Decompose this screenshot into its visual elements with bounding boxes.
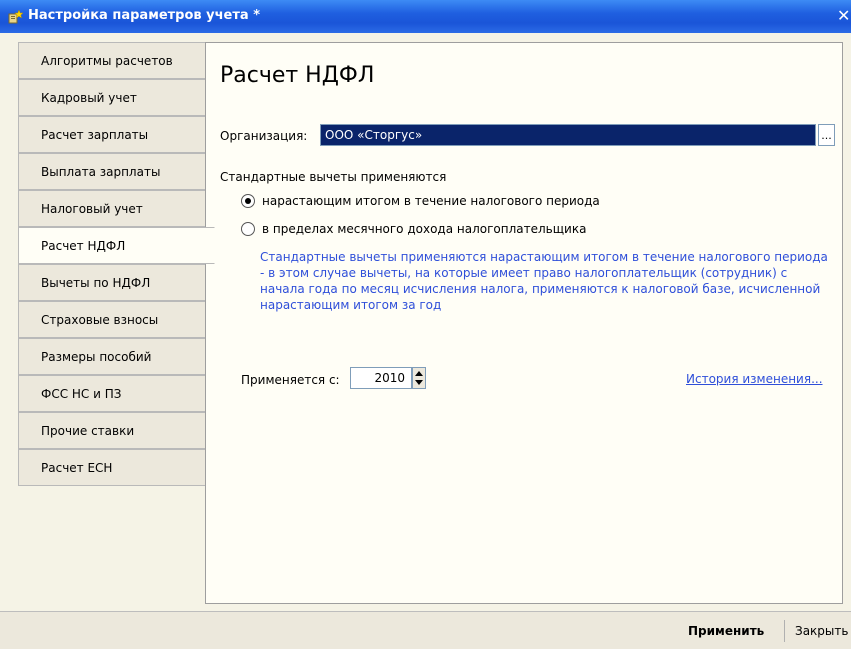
radio-cumulative-label[interactable]: нарастающим итогом в течение налогового … xyxy=(262,194,600,208)
organization-label: Организация: xyxy=(220,129,308,143)
deductions-note: Стандартные вычеты применяются нарастающ… xyxy=(260,250,828,312)
radio-monthly-label[interactable]: в пределах месячного дохода налогоплател… xyxy=(262,222,586,236)
sidebar-item-tax-accounting[interactable]: Налоговый учет xyxy=(18,190,206,227)
spin-down-icon[interactable] xyxy=(415,380,423,385)
spin-up-icon[interactable] xyxy=(415,371,423,376)
history-link[interactable]: История изменения... xyxy=(686,372,823,386)
footer-separator xyxy=(784,620,785,642)
window-title: Настройка параметров учета * xyxy=(28,8,261,23)
close-button[interactable]: Закрыть xyxy=(795,624,848,638)
organization-field[interactable]: ООО «Сторгус» xyxy=(320,124,816,146)
year-value: 2010 xyxy=(374,371,405,385)
sidebar-item-ndfl-calc[interactable]: Расчет НДФЛ xyxy=(18,227,215,264)
sidebar-item-algorithms[interactable]: Алгоритмы расчетов xyxy=(18,42,206,79)
title-bar[interactable]: Настройка параметров учета * ✕ xyxy=(0,0,851,33)
settings-window: Настройка параметров учета * ✕ Алгоритмы… xyxy=(0,0,851,649)
radio-cumulative[interactable] xyxy=(241,194,255,208)
sidebar-item-insurance[interactable]: Страховые взносы xyxy=(18,301,206,338)
year-spinner[interactable] xyxy=(412,367,426,389)
radio-monthly[interactable] xyxy=(241,222,255,236)
sidebar-item-hr[interactable]: Кадровый учет xyxy=(18,79,206,116)
sidebar-item-ndfl-deductions[interactable]: Вычеты по НДФЛ xyxy=(18,264,206,301)
sidebar-item-payroll-payment[interactable]: Выплата зарплаты xyxy=(18,153,206,190)
page-title: Расчет НДФЛ xyxy=(220,63,375,88)
close-icon[interactable]: ✕ xyxy=(837,6,851,26)
sidebar-item-other-rates[interactable]: Прочие ставки xyxy=(18,412,206,449)
footer-bar: Применить Закрыть xyxy=(0,611,851,649)
sidebar: Алгоритмы расчетов Кадровый учет Расчет … xyxy=(8,42,215,604)
organization-select-button[interactable]: ... xyxy=(818,124,835,146)
sidebar-item-payroll-calc[interactable]: Расчет зарплаты xyxy=(18,116,206,153)
deductions-label: Стандартные вычеты применяются xyxy=(220,170,447,184)
app-icon xyxy=(8,9,24,24)
sidebar-item-esn[interactable]: Расчет ЕСН xyxy=(18,449,206,486)
sidebar-item-fss[interactable]: ФСС НС и ПЗ xyxy=(18,375,206,412)
organization-value: ООО «Сторгус» xyxy=(325,128,423,142)
year-input[interactable]: 2010 xyxy=(350,367,412,389)
applies-from-label: Применяется с: xyxy=(241,373,340,387)
sidebar-item-benefits[interactable]: Размеры пособий xyxy=(18,338,206,375)
content-panel: Расчет НДФЛ Организация: ООО «Сторгус» .… xyxy=(205,42,843,604)
apply-button[interactable]: Применить xyxy=(688,624,764,638)
